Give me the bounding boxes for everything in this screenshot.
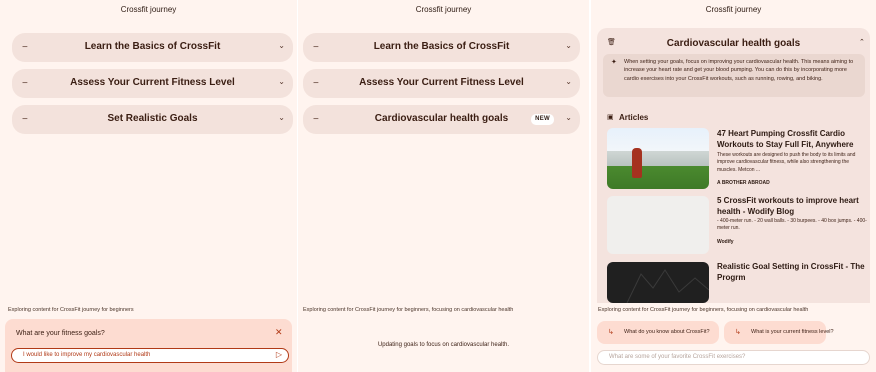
chevron-up-icon[interactable]: ⌃ [859,38,865,46]
accordion-label: Learn the Basics of CrossFit [84,41,221,52]
article-source: Wodify [717,239,734,245]
accordion-learn-basics[interactable]: − Learn the Basics of CrossFit ⌄ [12,33,293,62]
accordion-learn-basics[interactable]: − Learn the Basics of CrossFit ⌄ [303,33,580,62]
status-text: Exploring content for CrossFit journey f… [8,307,134,313]
status-text: Exploring content for CrossFit journey f… [598,307,809,313]
accordion-label: Assess Your Current Fitness Level [359,77,524,88]
updating-message: Updating goals to focus on cardiovascula… [377,342,510,348]
question-text: What are your fitness goals? [16,330,105,337]
card-title: Cardiovascular health goals [666,38,801,49]
sparkle-icon: ✦ [611,59,617,66]
send-icon[interactable]: ▷ [276,350,282,359]
chevron-down-icon: ⌄ [278,77,285,86]
chevron-down-icon: ⌄ [565,41,572,50]
message-input-placeholder: What are some of your favorite CrossFit … [609,354,746,360]
status-text: Exploring content for CrossFit journey f… [303,307,514,313]
app-title: Crossfit journey [415,5,472,14]
panel-expanded: Crossfit journey 🗑 Cardiovascular health… [591,0,876,372]
message-input[interactable]: What are some of your favorite CrossFit … [597,350,870,365]
article-title[interactable]: 5 CrossFit workouts to improve heart hea… [717,195,871,217]
accordion-label: Set Realistic Goals [107,113,198,124]
article-thumbnail[interactable] [607,262,709,303]
reply-arrow-icon: ↳ [735,329,741,336]
panel-initial: Crossfit journey − Learn the Basics of C… [0,0,297,372]
app-title: Crossfit journey [705,5,762,14]
accordion-set-goals[interactable]: − Set Realistic Goals ⌄ [12,105,293,134]
accordion-assess-fitness[interactable]: − Assess Your Current Fitness Level ⌄ [12,69,293,98]
reply-arrow-icon: ↳ [608,329,614,336]
article-thumbnail[interactable] [607,196,709,254]
article-description: These workouts are designed to push the … [717,152,856,173]
suggestion-chip[interactable]: ↳ What do you know about CrossFit? [597,321,719,344]
accordion-label: Assess Your Current Fitness Level [70,77,235,88]
articles-heading: Articles [619,113,649,122]
suggestion-label: What is your current fitness level? [751,329,834,335]
app-title: Crossfit journey [120,5,177,14]
answer-input-value: I would like to improve my cardiovascula… [23,352,151,358]
new-badge: NEW [531,114,554,125]
chevron-down-icon: ⌄ [565,77,572,86]
summary-text: When setting your goals, focus on improv… [624,59,854,82]
accordion-cardio-goals[interactable]: − Cardiovascular health goals NEW ⌄ [303,105,580,134]
chevron-down-icon: ⌄ [565,113,572,122]
athlete-figure [632,148,642,178]
chevron-down-icon: ⌄ [278,113,285,122]
article-source: A BROTHER ABROAD [717,180,770,186]
article-title[interactable]: 47 Heart Pumping Crossfit Cardio Workout… [717,128,871,150]
panel-updating: Crossfit journey − Learn the Basics of C… [298,0,589,372]
suggestion-chip[interactable]: ↳ What is your current fitness level? [724,321,834,344]
abstract-pattern [626,269,709,303]
chevron-down-icon: ⌄ [278,41,285,50]
question-card [5,319,292,372]
accordion-label: Learn the Basics of CrossFit [373,41,510,52]
accordion-assess-fitness[interactable]: − Assess Your Current Fitness Level ⌄ [303,69,580,98]
article-title[interactable]: Realistic Goal Setting in CrossFit - The… [717,261,871,283]
articles-icon: ▣ [607,114,614,121]
answer-input[interactable]: I would like to improve my cardiovascula… [11,348,289,363]
article-thumbnail[interactable] [607,128,709,189]
suggestion-label: What do you know about CrossFit? [624,329,710,335]
article-description: - 400-meter run. - 20 wall balls. - 30 b… [717,218,867,232]
close-icon[interactable]: ✕ [275,327,283,338]
